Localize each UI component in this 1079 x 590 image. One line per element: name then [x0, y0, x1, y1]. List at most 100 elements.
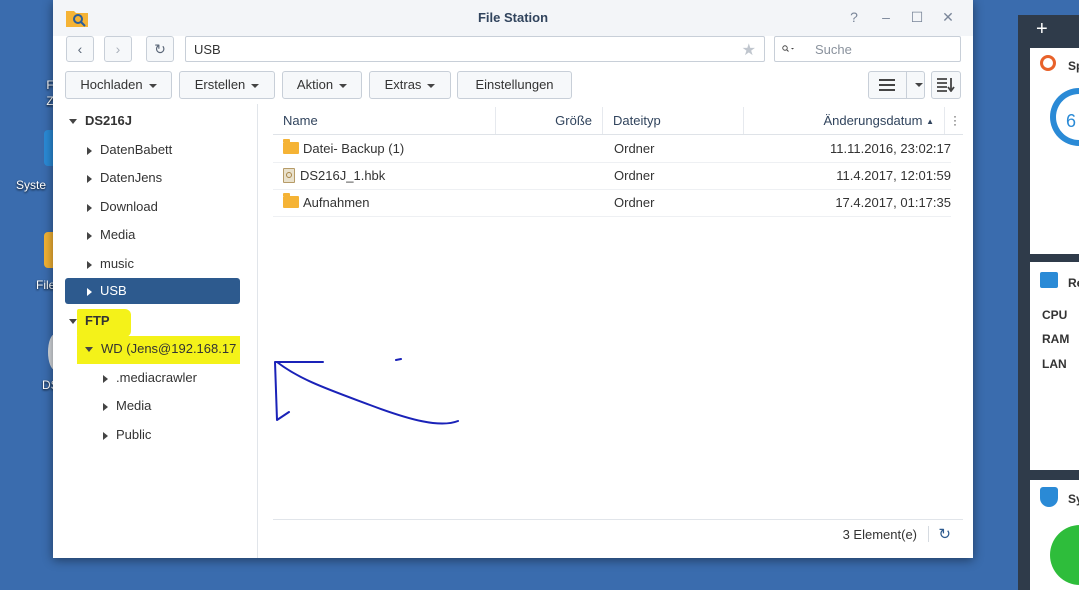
tree-item-ftp-media[interactable]: Media [103, 393, 151, 419]
tree-item-public[interactable]: Public [103, 422, 151, 448]
table-row[interactable]: Aufnahmen Ordner 17.4.2017, 01:17:35 [273, 189, 951, 217]
tree-item-wd-ftp-server[interactable]: WD (Jens@192.168.17 [85, 336, 240, 362]
file-list-header: Name Größe Dateityp Änderungsdatum ▲ · · · [273, 107, 963, 135]
file-modified-cell: 17.4.2017, 01:17:35 [835, 195, 951, 210]
view-mode-button[interactable] [868, 71, 925, 99]
chevron-down-icon [148, 83, 157, 88]
title-bar[interactable]: File Station ? – ☐ ✕ [53, 0, 973, 36]
tree-item-media[interactable]: Media [87, 222, 135, 248]
back-button[interactable]: ‹ [66, 36, 94, 62]
tree-item-label: Media [116, 398, 152, 413]
tree-item-label: FTP [85, 313, 110, 328]
column-header-size[interactable]: Größe [496, 107, 603, 134]
tree-item-label: WD (Jens@192.168.17 [101, 341, 237, 356]
collapsed-arrow-icon[interactable] [87, 174, 92, 183]
minimize-icon[interactable]: – [877, 8, 895, 26]
extras-button[interactable]: Extras [369, 71, 451, 99]
tree-item-ds216j[interactable]: DS216J [69, 108, 132, 134]
expanded-arrow-icon[interactable] [69, 119, 77, 125]
tree-item-usb[interactable]: USB [65, 278, 240, 304]
settings-button-label: Einstellungen [475, 77, 554, 92]
favorite-star-icon[interactable]: ★ [742, 40, 756, 60]
collapsed-arrow-icon[interactable] [87, 146, 92, 155]
resource-cpu-label: CPU [1042, 308, 1068, 322]
widget-add-bar[interactable]: + [1030, 18, 1079, 44]
collapsed-arrow-icon[interactable] [103, 431, 108, 440]
file-name-cell: DS216J_1.hbk [283, 162, 385, 189]
collapsed-arrow-icon[interactable] [103, 402, 108, 411]
status-bar: 3 Element(e) ↻ [273, 519, 963, 548]
folder-icon [283, 193, 299, 208]
folder-icon [283, 139, 299, 154]
storage-gauge-value: 6 [1066, 111, 1077, 131]
column-header-type[interactable]: Dateityp [603, 107, 744, 134]
upload-button-label: Hochladen [80, 77, 143, 92]
search-box[interactable] [774, 36, 961, 62]
resource-lan-label: LAN [1042, 357, 1067, 371]
path-bar[interactable]: USB ★ [185, 36, 765, 62]
status-divider [928, 526, 929, 542]
column-header-modified[interactable]: Änderungsdatum ▲ [744, 107, 945, 134]
file-name: Aufnahmen [303, 195, 370, 210]
forward-button[interactable]: › [104, 36, 132, 62]
tree-item-label: Media [100, 227, 136, 242]
tree-item-label: DatenBabett [100, 142, 173, 157]
collapsed-arrow-icon[interactable] [87, 203, 92, 212]
item-count: 3 Element(e) [842, 527, 917, 542]
sort-ascending-icon: ▲ [926, 117, 934, 126]
tree-item-mediacrawler[interactable]: .mediacrawler [103, 365, 197, 391]
chevron-down-icon [339, 83, 348, 88]
column-header-modified-label: Änderungsdatum [823, 113, 923, 128]
tree-item-datenbabett[interactable]: DatenBabett [87, 137, 172, 163]
table-row[interactable]: Datei- Backup (1) Ordner 11.11.2016, 23:… [273, 135, 951, 163]
settings-button[interactable]: Einstellungen [457, 71, 572, 99]
close-icon[interactable]: ✕ [939, 8, 957, 26]
upload-button[interactable]: Hochladen [65, 71, 172, 99]
file-station-window: File Station ? – ☐ ✕ ‹ › ↻ USB ★ Hochlad… [53, 0, 973, 558]
file-name: Datei- Backup (1) [303, 141, 405, 156]
action-button[interactable]: Aktion [282, 71, 362, 99]
collapsed-arrow-icon[interactable] [87, 260, 92, 269]
tree-item-label: Public [116, 427, 152, 442]
collapsed-arrow-icon[interactable] [103, 374, 108, 383]
expanded-arrow-icon[interactable] [69, 319, 77, 325]
system-health-widget[interactable]: Sy [1030, 480, 1079, 590]
collapsed-arrow-icon[interactable] [87, 287, 92, 296]
maximize-icon[interactable]: ☐ [908, 8, 926, 26]
expanded-arrow-icon[interactable] [85, 347, 93, 353]
create-button-label: Erstellen [194, 77, 246, 92]
table-row[interactable]: DS216J_1.hbk Ordner 11.4.2017, 12:01:59 [273, 162, 951, 190]
extras-button-label: Extras [384, 77, 422, 92]
tree-item-label: DS216J [85, 113, 132, 128]
refresh-icon[interactable]: ↻ [938, 525, 951, 543]
list-view-icon [879, 79, 895, 91]
info-shield-icon [1040, 487, 1058, 507]
tree-item-ftp[interactable]: FTP [69, 308, 110, 334]
resource-monitor-widget[interactable]: Re CPU RAM LAN [1030, 262, 1079, 470]
file-type-cell: Ordner [614, 195, 655, 210]
search-icon[interactable] [782, 41, 796, 57]
storage-widget[interactable]: Sp 6 [1030, 48, 1079, 254]
tree-item-datenjens[interactable]: DatenJens [87, 165, 162, 191]
action-button-label: Aktion [296, 77, 334, 92]
add-widget-icon[interactable]: + [1036, 18, 1048, 41]
tree-item-music[interactable]: music [87, 251, 134, 277]
refresh-button[interactable]: ↻ [146, 36, 174, 62]
tree-item-label: .mediacrawler [116, 370, 197, 385]
storage-widget-icon [1040, 55, 1056, 71]
search-input[interactable] [813, 41, 957, 58]
tree-item-download[interactable]: Download [87, 194, 158, 220]
column-header-name[interactable]: Name [273, 107, 496, 134]
column-options-icon[interactable]: · · · [953, 110, 957, 130]
create-button[interactable]: Erstellen [179, 71, 275, 99]
health-ok-icon [1050, 525, 1079, 585]
system-widget-title: Sy [1068, 492, 1079, 506]
panel-splitter[interactable] [257, 104, 258, 558]
help-icon[interactable]: ? [845, 8, 863, 26]
desktop-icon-label: Syste [16, 178, 47, 192]
sort-button[interactable] [931, 71, 961, 99]
file-modified-cell: 11.4.2017, 12:01:59 [836, 168, 951, 183]
collapsed-arrow-icon[interactable] [87, 231, 92, 240]
resource-monitor-icon [1040, 272, 1058, 288]
chevron-down-icon [915, 83, 923, 87]
